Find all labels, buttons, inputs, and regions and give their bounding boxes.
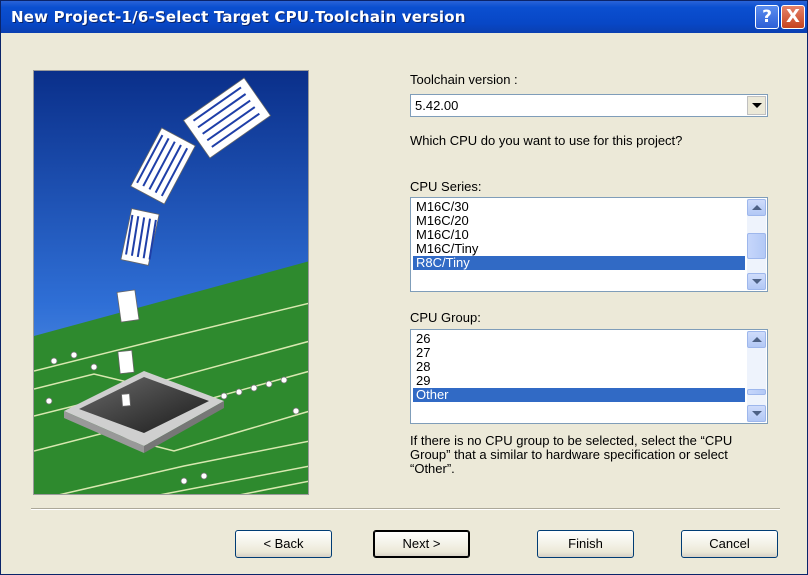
toolchain-version-label: Toolchain version : [410, 72, 518, 87]
window-title: New Project-1/6-Select Target CPU.Toolch… [11, 8, 466, 26]
scroll-thumb[interactable] [747, 233, 766, 259]
scroll-up-icon[interactable] [747, 199, 766, 216]
cpu-group-item[interactable]: 26 [413, 332, 745, 346]
finish-button[interactable]: Finish [537, 530, 634, 558]
cpu-group-item[interactable]: 27 [413, 346, 745, 360]
cpu-group-label: CPU Group: [410, 310, 481, 325]
dropdown-arrow-icon[interactable] [747, 96, 766, 115]
cpu-series-item[interactable]: M16C/20 [413, 214, 745, 228]
cpu-series-list[interactable]: M16C/30 M16C/20 M16C/10 M16C/Tiny R8C/Ti… [410, 197, 768, 292]
cpu-group-item[interactable]: 28 [413, 360, 745, 374]
cpu-series-item-selected[interactable]: R8C/Tiny [413, 256, 745, 270]
scroll-up-icon[interactable] [747, 331, 766, 348]
cpu-series-label: CPU Series: [410, 179, 482, 194]
cpu-series-item[interactable]: M16C/30 [413, 200, 745, 214]
scroll-thumb[interactable] [747, 389, 766, 395]
back-button[interactable]: < Back [235, 530, 332, 558]
cpu-series-item[interactable]: M16C/Tiny [413, 242, 745, 256]
cpu-group-help-text: If there is no CPU group to be selected,… [410, 433, 733, 476]
cpu-series-scrollbar[interactable] [747, 199, 766, 290]
new-project-dialog: New Project-1/6-Select Target CPU.Toolch… [0, 0, 808, 575]
cpu-group-item[interactable]: 29 [413, 374, 745, 388]
cpu-group-list[interactable]: 26 27 28 29 Other [410, 329, 768, 424]
cpu-group-item-selected[interactable]: Other [413, 388, 745, 402]
chip-documents-illustration [34, 71, 308, 494]
help-button[interactable]: ? [755, 5, 779, 29]
toolchain-version-value: 5.42.00 [415, 98, 459, 113]
toolchain-version-select[interactable]: 5.42.00 [410, 94, 768, 117]
wizard-illustration [33, 70, 309, 495]
cpu-group-scrollbar[interactable] [747, 331, 766, 422]
title-bar[interactable]: New Project-1/6-Select Target CPU.Toolch… [1, 1, 807, 33]
scroll-down-icon[interactable] [747, 273, 766, 290]
divider-highlight [31, 509, 780, 510]
scroll-down-icon[interactable] [747, 405, 766, 422]
close-button[interactable]: X [781, 5, 805, 29]
cpu-series-item[interactable]: M16C/10 [413, 228, 745, 242]
cpu-question-text: Which CPU do you want to use for this pr… [410, 133, 683, 148]
cancel-button[interactable]: Cancel [681, 530, 778, 558]
next-button[interactable]: Next > [373, 530, 470, 558]
